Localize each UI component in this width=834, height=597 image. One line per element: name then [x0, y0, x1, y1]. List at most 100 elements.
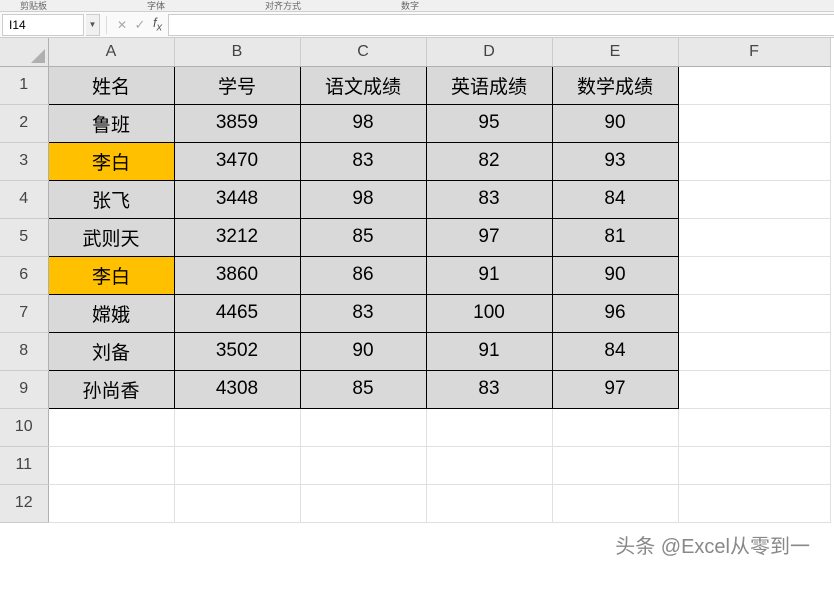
cell[interactable]: 3470 [174, 142, 300, 180]
fx-icon[interactable]: fx [153, 15, 162, 34]
cell[interactable]: 李白 [48, 142, 174, 180]
cell[interactable] [678, 332, 830, 370]
cell[interactable]: 4308 [174, 370, 300, 408]
cell[interactable] [678, 180, 830, 218]
cell[interactable] [678, 256, 830, 294]
cell[interactable]: 3859 [174, 104, 300, 142]
cell[interactable]: 83 [300, 294, 426, 332]
cell[interactable]: 83 [426, 370, 552, 408]
cell[interactable] [426, 446, 552, 484]
cell[interactable]: 英语成绩 [426, 66, 552, 104]
column-header-b[interactable]: B [174, 38, 300, 66]
cell[interactable] [552, 484, 678, 522]
cell[interactable]: 82 [426, 142, 552, 180]
cell[interactable]: 3502 [174, 332, 300, 370]
cell[interactable]: 98 [300, 104, 426, 142]
row-header[interactable]: 6 [0, 256, 48, 294]
cell[interactable]: 81 [552, 218, 678, 256]
row-header[interactable]: 4 [0, 180, 48, 218]
cell[interactable]: 86 [300, 256, 426, 294]
cell[interactable] [426, 408, 552, 446]
cell[interactable]: 91 [426, 332, 552, 370]
cell[interactable]: 90 [552, 104, 678, 142]
row-header[interactable]: 9 [0, 370, 48, 408]
row-header[interactable]: 3 [0, 142, 48, 180]
name-box[interactable]: I14 [2, 14, 84, 36]
cell[interactable]: 91 [426, 256, 552, 294]
cell[interactable] [678, 142, 830, 180]
cell[interactable] [678, 370, 830, 408]
cell[interactable] [300, 484, 426, 522]
cell[interactable]: 84 [552, 332, 678, 370]
cell[interactable] [174, 484, 300, 522]
cell[interactable]: 3860 [174, 256, 300, 294]
cell[interactable]: 学号 [174, 66, 300, 104]
row-header[interactable]: 7 [0, 294, 48, 332]
select-all-corner[interactable] [0, 38, 48, 66]
cell[interactable]: 97 [552, 370, 678, 408]
cell[interactable] [678, 484, 830, 522]
row-header[interactable]: 10 [0, 408, 48, 446]
cell[interactable] [678, 294, 830, 332]
cell[interactable]: 85 [300, 218, 426, 256]
cell[interactable] [48, 408, 174, 446]
cell[interactable]: 85 [300, 370, 426, 408]
cell[interactable]: 96 [552, 294, 678, 332]
cell[interactable] [678, 408, 830, 446]
cell[interactable]: 97 [426, 218, 552, 256]
column-header-a[interactable]: A [48, 38, 174, 66]
cell[interactable] [300, 408, 426, 446]
cell[interactable] [678, 218, 830, 256]
ribbon-fragment-bar: 剪贴板 字体 对齐方式 数字 [0, 0, 834, 12]
cell[interactable] [300, 446, 426, 484]
cell[interactable]: 93 [552, 142, 678, 180]
cell[interactable] [678, 66, 830, 104]
cell[interactable]: 姓名 [48, 66, 174, 104]
cell[interactable] [48, 484, 174, 522]
column-header-e[interactable]: E [552, 38, 678, 66]
confirm-icon[interactable]: ✓ [131, 14, 149, 36]
cell[interactable]: 鲁班 [48, 104, 174, 142]
cell[interactable]: 刘备 [48, 332, 174, 370]
cell[interactable]: 83 [426, 180, 552, 218]
cell[interactable]: 90 [300, 332, 426, 370]
cell[interactable] [678, 104, 830, 142]
cell[interactable]: 数学成绩 [552, 66, 678, 104]
name-box-dropdown[interactable]: ▼ [86, 14, 100, 36]
cell[interactable] [426, 484, 552, 522]
cell[interactable]: 3448 [174, 180, 300, 218]
row-header[interactable]: 8 [0, 332, 48, 370]
cell[interactable]: 83 [300, 142, 426, 180]
cell[interactable]: 90 [552, 256, 678, 294]
row-header[interactable]: 12 [0, 484, 48, 522]
cell[interactable] [552, 446, 678, 484]
cell[interactable] [678, 446, 830, 484]
cell[interactable] [174, 446, 300, 484]
row-header[interactable]: 2 [0, 104, 48, 142]
cell[interactable]: 张飞 [48, 180, 174, 218]
cell[interactable]: 嫦娥 [48, 294, 174, 332]
cell[interactable]: 98 [300, 180, 426, 218]
cell[interactable]: 语文成绩 [300, 66, 426, 104]
cancel-icon[interactable]: ✕ [113, 14, 131, 36]
cell[interactable] [48, 446, 174, 484]
cell[interactable]: 李白 [48, 256, 174, 294]
column-header-d[interactable]: D [426, 38, 552, 66]
ribbon-label: 字体 [147, 0, 165, 12]
name-box-value: I14 [9, 18, 26, 32]
cell[interactable]: 武则天 [48, 218, 174, 256]
cell[interactable]: 3212 [174, 218, 300, 256]
row-header[interactable]: 5 [0, 218, 48, 256]
cell[interactable]: 95 [426, 104, 552, 142]
formula-bar-input[interactable] [168, 14, 834, 36]
cell[interactable]: 100 [426, 294, 552, 332]
cell[interactable] [174, 408, 300, 446]
cell[interactable]: 孙尚香 [48, 370, 174, 408]
cell[interactable]: 84 [552, 180, 678, 218]
column-header-c[interactable]: C [300, 38, 426, 66]
row-header[interactable]: 11 [0, 446, 48, 484]
row-header[interactable]: 1 [0, 66, 48, 104]
cell[interactable]: 4465 [174, 294, 300, 332]
column-header-f[interactable]: F [678, 38, 830, 66]
cell[interactable] [552, 408, 678, 446]
